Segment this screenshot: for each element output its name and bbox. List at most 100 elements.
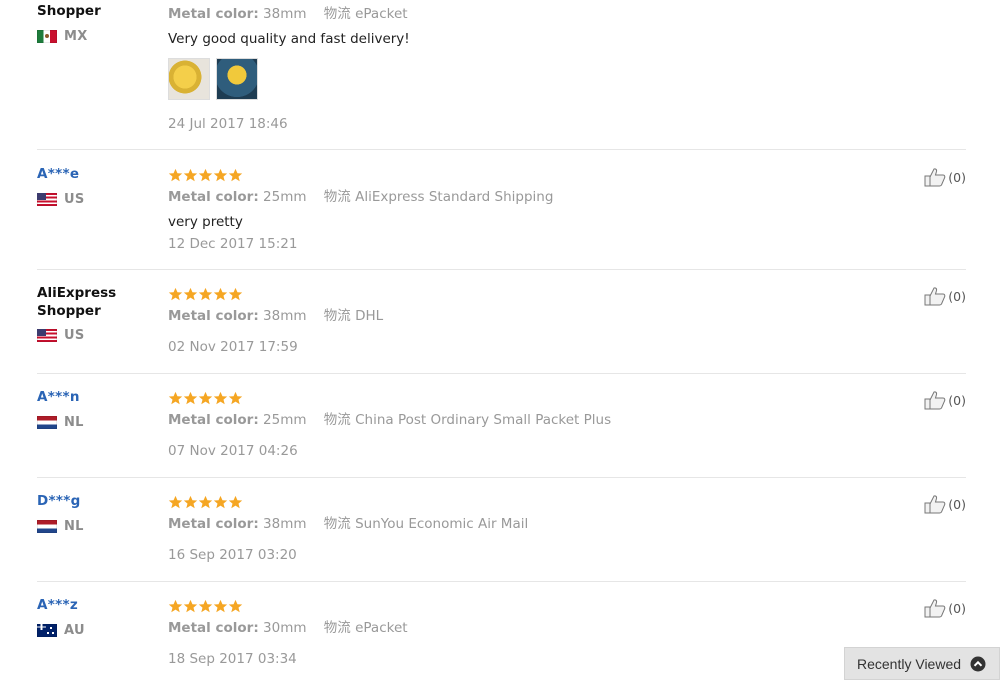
country-code: NL [64,519,84,534]
recently-viewed-button[interactable]: Recently Viewed [844,647,1000,680]
star-icon [228,495,243,509]
star-icon [183,599,198,613]
star-icon [183,168,198,182]
star-icon [168,495,183,509]
review-date: 12 Dec 2017 15:21 [168,236,298,252]
thumbs-up-icon[interactable] [924,390,946,410]
star-icon [228,168,243,182]
shipping-method: DHL [355,308,384,324]
review-content: Metal color: 38mm 物流 DHL 02 Nov 2017 17:… [168,284,848,356]
buyer-name[interactable]: A***z [37,596,157,614]
review-meta: Metal color: 25mm 物流 China Post Ordinary… [168,411,848,429]
star-icon [183,391,198,405]
feedback-photo[interactable] [168,58,210,100]
metal-color-value: 25mm [263,189,307,205]
buyer-info: AliExpress Shopper US [37,284,157,343]
shipping-label: 物流 [323,189,351,205]
metal-color-label: Metal color: [168,516,259,532]
buyer-name-line: AliExpress [37,285,117,301]
review-meta: Metal color: 38mm 物流 ePacket [168,5,848,23]
buyer-info: A***e US [37,165,157,207]
chevron-up-circle-icon [970,656,986,671]
helpful-vote[interactable]: (0) [924,390,966,410]
review-content: Metal color: 38mm 物流 ePacket Very good q… [168,5,848,133]
review-item: A***z AU Metal color: 30mm 物流 ePacket 18… [37,581,966,680]
buyer-info: D***g NL [37,492,157,534]
metal-color-label: Metal color: [168,620,259,636]
review-meta: Metal color: 25mm 物流 AliExpress Standard… [168,188,848,206]
star-icon [213,599,228,613]
buyer-info: A***n NL [37,388,157,430]
buyer-name[interactable]: A***n [37,388,157,406]
star-icon [168,599,183,613]
star-icon [198,495,213,509]
buyer-name-line: Shopper [37,303,101,319]
buyer-name[interactable]: A***e [37,165,157,183]
helpful-count: (0) [948,392,966,408]
shipping-method: ePacket [355,620,408,636]
review-content: Metal color: 25mm 物流 China Post Ordinary… [168,388,848,460]
buyer-country: NL [37,519,157,534]
review-meta: Metal color: 38mm 物流 DHL [168,307,848,325]
country-code: MX [64,29,88,44]
star-rating [168,168,848,184]
thumbs-up-icon[interactable] [924,494,946,514]
shipping-label: 物流 [323,6,351,22]
metal-color-value: 25mm [263,412,307,428]
country-code: AU [64,623,85,638]
review-meta: Metal color: 38mm 物流 SunYou Economic Air… [168,515,848,533]
star-icon [228,391,243,405]
buyer-name: Shopper [37,3,101,19]
buyer-name[interactable]: D***g [37,492,157,510]
metal-color-label: Metal color: [168,189,259,205]
thumbs-up-icon[interactable] [924,286,946,306]
helpful-vote[interactable]: (0) [924,598,966,618]
country-code: US [64,192,85,207]
helpful-vote[interactable]: (0) [924,286,966,306]
shipping-label: 物流 [323,412,351,428]
helpful-vote[interactable]: (0) [924,494,966,514]
thumbs-up-icon[interactable] [924,598,946,618]
star-rating [168,495,848,511]
star-icon [168,168,183,182]
australia-flag-icon [37,624,57,637]
star-rating [168,287,848,303]
review-content: Metal color: 30mm 物流 ePacket 18 Sep 2017… [168,596,848,668]
buyer-info: Shopper MX [37,0,157,44]
metal-color-label: Metal color: [168,6,259,22]
star-icon [198,287,213,301]
star-rating [168,599,848,615]
buyer-country: US [37,192,157,207]
star-icon [168,391,183,405]
shipping-method: SunYou Economic Air Mail [355,516,529,532]
review-content: Metal color: 38mm 物流 SunYou Economic Air… [168,492,848,564]
thumbs-up-icon[interactable] [924,167,946,187]
star-icon [213,391,228,405]
shipping-method: AliExpress Standard Shipping [355,189,554,205]
feedback-page: Shopper MX Metal color: 38mm 物流 ePacket … [0,0,1000,680]
review-date: 07 Nov 2017 04:26 [168,443,298,459]
helpful-vote[interactable]: (0) [924,167,966,187]
review-meta: Metal color: 30mm 物流 ePacket [168,619,848,637]
review-content: Metal color: 25mm 物流 AliExpress Standard… [168,165,848,253]
metal-color-value: 38mm [263,308,307,324]
review-item: AliExpress Shopper US Metal color: 38mm … [37,269,966,374]
shipping-method: China Post Ordinary Small Packet Plus [355,412,612,428]
helpful-count: (0) [948,169,966,185]
buyer-info: A***z AU [37,596,157,638]
star-icon [198,391,213,405]
star-icon [213,287,228,301]
buyer-country: AU [37,623,157,638]
shipping-label: 物流 [323,308,351,324]
helpful-count: (0) [948,288,966,304]
netherlands-flag-icon [37,520,57,533]
usa-flag-icon [37,329,57,342]
feedback-photo[interactable] [216,58,258,100]
buyer-country: MX [37,29,157,44]
review-date: 18 Sep 2017 03:34 [168,651,297,667]
star-icon [198,168,213,182]
usa-flag-icon [37,193,57,206]
buyer-country: NL [37,415,157,430]
review-date: 16 Sep 2017 03:20 [168,547,297,563]
review-item: Shopper MX Metal color: 38mm 物流 ePacket … [37,0,966,150]
